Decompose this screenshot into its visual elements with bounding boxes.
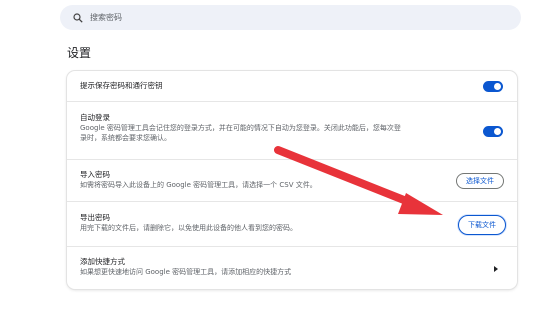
- search-icon: [70, 10, 86, 26]
- settings-card: 提示保存密码和通行密钥 自动登录 Google 密码管理工具会记住您的登录方式，…: [67, 71, 517, 289]
- row-export-passwords: 导出密码 用完下载的文件后，请删除它，以免使用此设备的他人看到您的密码。 下载文…: [67, 201, 517, 246]
- row-title: 提示保存密码和通行密钥: [80, 81, 163, 90]
- choose-file-button[interactable]: 选择文件: [456, 173, 504, 189]
- settings-heading: 设置: [67, 46, 92, 60]
- row-add-shortcut[interactable]: 添加快捷方式 如果想更快速地访问 Google 密码管理工具，请添加相应的快捷方…: [67, 246, 517, 289]
- search-bar[interactable]: 搜索密码: [60, 5, 521, 30]
- row-title: 导入密码: [80, 170, 110, 179]
- row-title: 导出密码: [80, 213, 110, 222]
- row-title: 自动登录: [80, 113, 110, 122]
- row-description: 如果想更快速地访问 Google 密码管理工具，请添加相应的快捷方式: [80, 268, 292, 276]
- row-auto-sign-in: 自动登录 Google 密码管理工具会记住您的登录方式，并在可能的情况下自动为您…: [67, 101, 517, 159]
- row-description: 如需将密码导入此设备上的 Google 密码管理工具，请选择一个 CSV 文件。: [80, 181, 317, 189]
- auto-sign-in-toggle[interactable]: [483, 126, 503, 137]
- row-import-passwords: 导入密码 如需将密码导入此设备上的 Google 密码管理工具，请选择一个 CS…: [67, 159, 517, 201]
- download-file-button[interactable]: 下载文件: [458, 215, 506, 235]
- offer-save-toggle[interactable]: [483, 81, 503, 92]
- chevron-right-icon[interactable]: [492, 265, 500, 273]
- row-description: Google 密码管理工具会记住您的登录方式，并在可能的情况下自动为您登录。关闭…: [80, 124, 401, 142]
- search-input[interactable]: 搜索密码: [90, 12, 122, 23]
- row-description: 用完下载的文件后，请删除它，以免使用此设备的他人看到您的密码。: [80, 224, 297, 232]
- row-offer-save-passwords: 提示保存密码和通行密钥: [67, 71, 517, 101]
- row-title: 添加快捷方式: [80, 257, 125, 266]
